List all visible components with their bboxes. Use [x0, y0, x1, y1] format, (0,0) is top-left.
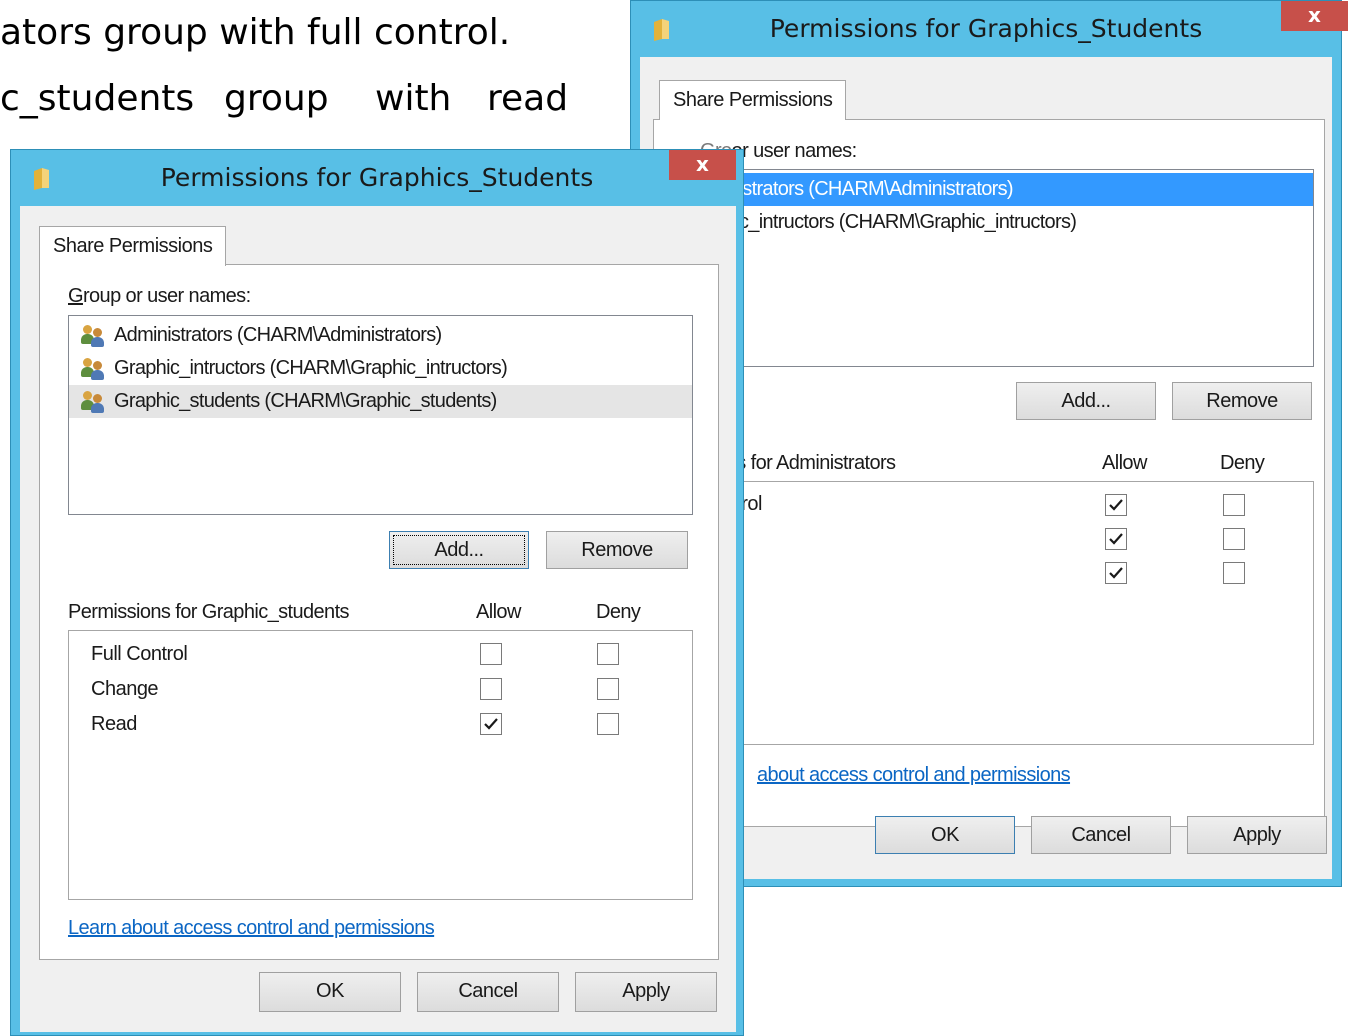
user-group-icon: [81, 358, 105, 380]
document-line-1: ators group with full control.: [0, 12, 511, 53]
deny-checkbox[interactable]: [597, 713, 619, 735]
checkmark-icon: [1109, 533, 1123, 545]
apply-button[interactable]: Apply: [1187, 816, 1327, 854]
list-item[interactable]: dministrators (CHARM\Administrators): [695, 173, 1313, 206]
dialog-title: Permissions for Graphics_Students: [769, 14, 1203, 43]
checkmark-icon: [484, 718, 498, 730]
learn-more-link[interactable]: about access control and permissions: [757, 764, 1071, 787]
permission-name: Read: [91, 713, 137, 735]
ok-button[interactable]: OK: [259, 972, 401, 1012]
deny-checkbox[interactable]: [1223, 494, 1245, 516]
cancel-button[interactable]: Cancel: [1031, 816, 1171, 854]
list-item[interactable]: raphic_intructors (CHARM\Graphic_intruct…: [695, 206, 1313, 239]
title-bar[interactable]: Permissions for Graphics_Students x: [11, 150, 743, 206]
cancel-button[interactable]: Cancel: [417, 972, 559, 1012]
front-permissions-dialog: Permissions for Graphics_Students x Grou…: [10, 149, 744, 1036]
deny-checkbox[interactable]: [597, 678, 619, 700]
allow-checkbox[interactable]: [1105, 494, 1127, 516]
add-button[interactable]: Add...: [1016, 382, 1156, 420]
allow-checkbox[interactable]: [480, 713, 502, 735]
user-group-icon: [81, 391, 105, 413]
close-button[interactable]: x: [1281, 1, 1348, 31]
list-item[interactable]: Graphic_intructors (CHARM\Graphic_intruc…: [69, 352, 692, 385]
ok-button[interactable]: OK: [875, 816, 1015, 854]
allow-checkbox[interactable]: [480, 678, 502, 700]
group-label: Group or user names:: [68, 285, 251, 307]
tab-share-permissions[interactable]: Share Permissions: [659, 80, 847, 120]
learn-more-link[interactable]: Learn about access control and permissio…: [68, 917, 435, 940]
allow-checkbox[interactable]: [1105, 528, 1127, 550]
user-group-icon: [81, 325, 105, 347]
permissions-for-label: Permissions for Graphic_students: [68, 601, 350, 623]
tab-share-permissions[interactable]: Share Permissions: [39, 226, 227, 266]
checkmark-icon: [1109, 567, 1123, 579]
checkmark-icon: [1109, 499, 1123, 511]
remove-button[interactable]: Remove: [546, 531, 688, 569]
deny-header: Deny: [1220, 452, 1265, 474]
document-word: group: [224, 78, 329, 119]
dialog-title: Permissions for Graphics_Students: [160, 163, 594, 192]
dialog-client: Group or user names: Administrators (CHA…: [20, 206, 736, 1032]
deny-header: Deny: [596, 601, 641, 623]
permission-name: Change: [91, 678, 159, 700]
apply-button[interactable]: Apply: [575, 972, 717, 1012]
remove-button[interactable]: Remove: [1172, 382, 1312, 420]
user-list[interactable]: Administrators (CHARM\Administrators) Gr…: [68, 315, 693, 515]
tab-panel: Group or user names: Administrators (CHA…: [39, 264, 719, 960]
permission-name: Full Control: [91, 643, 188, 665]
permissions-list: Control nge d: [694, 481, 1314, 745]
deny-checkbox[interactable]: [1223, 562, 1245, 584]
list-item[interactable]: Graphic_students (CHARM\Graphic_students…: [69, 385, 692, 418]
allow-header: Allow: [1102, 452, 1147, 474]
allow-header: Allow: [476, 601, 521, 623]
list-item[interactable]: Administrators (CHARM\Administrators): [69, 319, 692, 352]
permissions-list: Full Control Change Read: [68, 630, 693, 900]
tab-panel: Groor user names: dministrators (CHARM\A…: [653, 119, 1325, 827]
add-button[interactable]: Add...: [389, 531, 529, 569]
document-word: with: [375, 78, 452, 119]
allow-checkbox[interactable]: [480, 643, 502, 665]
deny-checkbox[interactable]: [1223, 528, 1245, 550]
user-list[interactable]: dministrators (CHARM\Administrators) rap…: [694, 169, 1314, 367]
close-button[interactable]: x: [669, 150, 736, 180]
document-word: c_students: [0, 78, 195, 119]
document-word: read: [487, 78, 569, 119]
document-line-2: c_students group with read: [0, 79, 586, 119]
deny-checkbox[interactable]: [597, 643, 619, 665]
title-bar[interactable]: Permissions for Graphics_Students x: [631, 1, 1348, 57]
allow-checkbox[interactable]: [1105, 562, 1127, 584]
